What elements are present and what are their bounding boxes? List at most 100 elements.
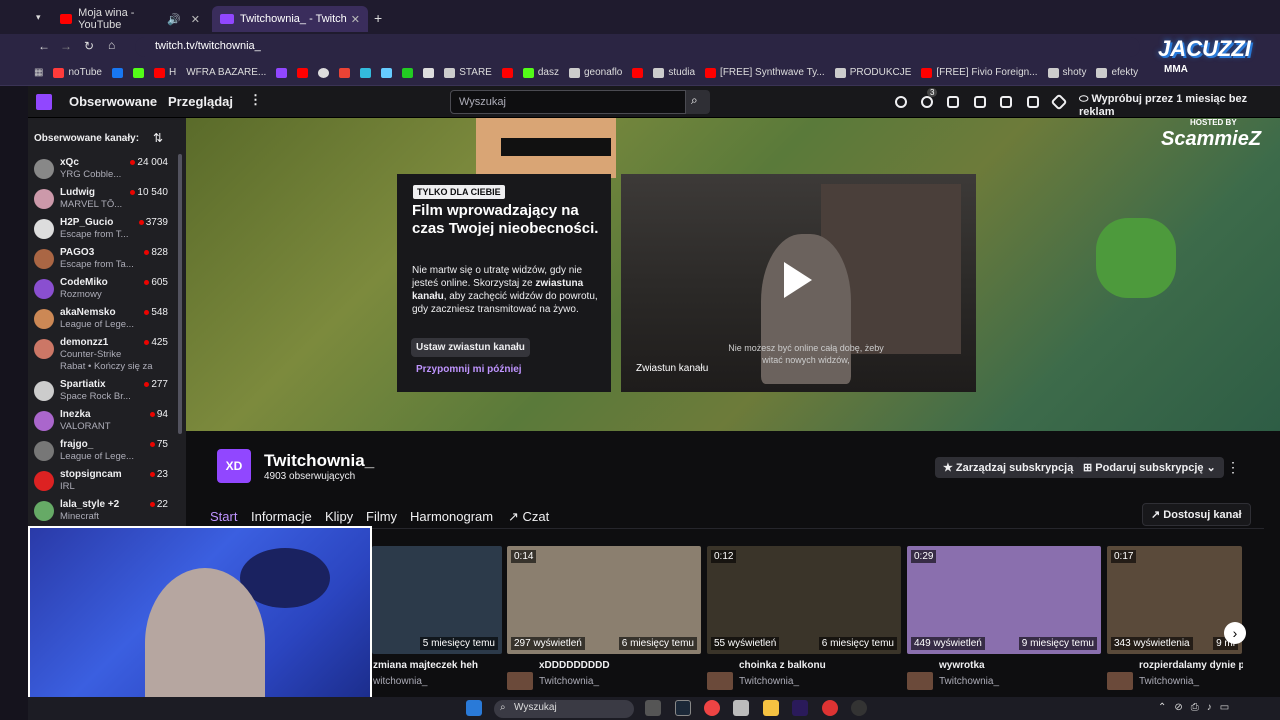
tab-about[interactable]: Informacje — [251, 509, 312, 524]
sidebar-channel[interactable]: PAGO3 Escape from Ta... 828 — [28, 244, 186, 274]
back-icon[interactable]: ← — [38, 39, 50, 53]
sidebar-channel[interactable]: Inezka VALORANT 94 — [28, 406, 186, 436]
bookmark-item[interactable]: PRODUKCJE — [834, 67, 911, 78]
taskbar-search[interactable]: ⌕ Wyszukaj — [494, 700, 634, 718]
tab-videos[interactable]: Filmy — [366, 509, 397, 524]
clip-thumbnail[interactable] — [707, 672, 733, 690]
manage-subscription-button[interactable]: ★ Zarządzaj subskrypcją — [935, 457, 1082, 478]
sidebar-channel[interactable]: demonzz1 Counter-Strike 425 Rabat • Kończy … — [28, 334, 186, 372]
sidebar-channel[interactable]: Ludwig MARVEL TŌ... 10 540 — [28, 184, 186, 214]
bookmark-item[interactable] — [339, 67, 351, 78]
windows-start-icon[interactable] — [466, 700, 482, 716]
premiere-icon[interactable] — [792, 700, 808, 716]
reload-icon[interactable]: ↻ — [84, 39, 94, 53]
clip-title[interactable]: rozpierdalamy dynie pe — [1139, 660, 1243, 671]
bookmark-item[interactable]: [FREE] Fivio Foreign... — [921, 67, 1038, 78]
clip-title[interactable]: xDDDDDDDDD — [539, 660, 689, 671]
sidebar-channel[interactable]: frajgo_ League of Lege... 75 — [28, 436, 186, 466]
prime-loot-icon[interactable] — [921, 96, 933, 108]
app-icon[interactable] — [822, 700, 838, 716]
task-view-icon[interactable] — [645, 700, 661, 716]
clip-author[interactable]: Twitchownia_ — [539, 676, 599, 687]
bookmark-item[interactable]: STARE — [444, 67, 492, 78]
home-icon[interactable]: ⌂ — [108, 38, 115, 52]
bookmark-item[interactable]: H — [154, 67, 176, 78]
bookmark-item[interactable]: studia — [653, 67, 695, 78]
clip-title[interactable]: choinka z balkonu — [739, 660, 889, 671]
clip-card[interactable]: 0:12 55 wyświetleń 6 miesięcy temu — [707, 546, 901, 654]
bookmark-item[interactable] — [318, 67, 330, 78]
set-trailer-button[interactable]: Ustaw zwiastun kanału — [411, 338, 530, 357]
search-input[interactable]: Wyszukaj — [450, 90, 686, 114]
clip-thumbnail[interactable] — [1107, 672, 1133, 690]
clip-author[interactable]: Twitchownia_ — [739, 676, 799, 687]
bookmark-item[interactable] — [360, 67, 372, 78]
bookmark-item[interactable] — [381, 67, 393, 78]
twitch-logo-icon[interactable] — [36, 94, 52, 110]
browser-tab-youtube[interactable]: Moja wina - YouTube 🔊 ✕ — [52, 6, 208, 32]
system-tray[interactable]: ⌃⊘⎙♪▭ — [1158, 702, 1237, 713]
bookmark-item[interactable] — [402, 67, 414, 78]
steam-icon[interactable] — [675, 700, 691, 716]
clip-author[interactable]: Twitchownia_ — [1139, 676, 1199, 687]
nav-following[interactable]: Obserwowane — [69, 94, 157, 109]
bookmark-item[interactable] — [423, 67, 435, 78]
app-icon[interactable] — [733, 700, 749, 716]
bookmark-item[interactable]: efekty — [1096, 67, 1138, 78]
bookmark-item[interactable] — [501, 67, 513, 78]
mail-icon[interactable] — [1000, 96, 1012, 108]
bookmark-item[interactable] — [276, 67, 288, 78]
sidebar-channel[interactable]: H2P_Gucio Escape from T... 3739 — [28, 214, 186, 244]
tab-schedule[interactable]: Harmonogram — [410, 509, 493, 524]
sidebar-channel[interactable]: lala_style +2 Minecraft 22 — [28, 496, 186, 526]
bookmark-item[interactable]: dasz — [522, 67, 559, 78]
sidebar-channel[interactable]: xQc YRG Cobble... 24 004 — [28, 154, 186, 184]
nav-browse[interactable]: Przeglądaj — [168, 94, 233, 109]
whisper-icon[interactable] — [1027, 96, 1039, 108]
tab-start[interactable]: Start — [210, 509, 237, 524]
new-tab-button[interactable]: + — [374, 10, 382, 26]
channel-more-icon[interactable]: ⋮ — [1226, 459, 1240, 476]
clip-title[interactable]: zmiana majteczek heh — [373, 660, 498, 671]
clip-author[interactable]: witchownia_ — [373, 676, 427, 687]
apps-icon[interactable]: ▦ — [34, 67, 43, 78]
bookmark-item[interactable]: [FREE] Synthwave Ty... — [705, 67, 825, 78]
bookmark-item[interactable]: WFRA BAZARE... — [186, 67, 266, 78]
clip-card[interactable]: 0:29 449 wyświetleń 9 miesięcy temu — [907, 546, 1101, 654]
bookmark-item[interactable] — [133, 67, 144, 78]
remind-later-link[interactable]: Przypomnij mi później — [416, 364, 522, 375]
sidebar-channel[interactable]: Spartiatix Space Rock Br... 277 — [28, 376, 186, 406]
bookmark-item[interactable]: shoty — [1047, 67, 1086, 78]
clip-author[interactable]: Twitchownia_ — [939, 676, 999, 687]
tab-chat[interactable]: ↗ Czat — [508, 509, 549, 525]
play-icon[interactable] — [784, 262, 812, 298]
gift-subscription-button[interactable]: ⊞ Podaruj subskrypcję ⌄ — [1075, 457, 1224, 478]
obs-icon[interactable] — [851, 700, 867, 716]
sidebar-channel[interactable]: CodeMiko Rozmowy 605 — [28, 274, 186, 304]
file-explorer-icon[interactable] — [763, 700, 779, 716]
search-button[interactable]: ⌕ — [686, 90, 710, 114]
close-icon[interactable]: ✕ — [351, 13, 360, 26]
clip-thumbnail[interactable] — [907, 672, 933, 690]
more-menu-icon[interactable]: ⋮ — [249, 92, 262, 108]
ad-free-button[interactable]: ⬭ Wypróbuj przez 1 miesiąc bez reklam — [1079, 93, 1280, 118]
collapse-sidebar-icon[interactable]: ⇅ — [153, 131, 163, 145]
forward-icon[interactable]: → — [60, 39, 72, 53]
bookmark-item[interactable] — [632, 67, 644, 78]
bookmark-item[interactable] — [112, 67, 123, 78]
speaker-icon[interactable]: 🔊 — [167, 13, 181, 26]
activity-icon[interactable] — [895, 96, 907, 108]
clip-thumbnail[interactable] — [507, 672, 533, 690]
drops-icon[interactable] — [947, 96, 959, 108]
sidebar-channel[interactable]: stopsigncam IRL 23 — [28, 466, 186, 496]
tab-clips[interactable]: Klipy — [325, 509, 353, 524]
clip-card[interactable]: 0:14 297 wyświetleń 6 miesięcy temu — [507, 546, 701, 654]
next-arrow-icon[interactable]: › — [1224, 622, 1246, 644]
bookmark-item[interactable]: geonaflo — [568, 67, 622, 78]
bookmark-item[interactable]: noTube — [53, 67, 102, 78]
customize-channel-button[interactable]: ↗ Dostosuj kanał — [1142, 503, 1251, 526]
close-icon[interactable]: ✕ — [191, 13, 200, 26]
trailer-video[interactable]: Nie możesz być online całą dobę, żeby wi… — [621, 174, 976, 392]
clip-card[interactable]: 0:17 343 wyświetlenia 9 mi — [1107, 546, 1242, 654]
clip-card[interactable]: 5 miesięcy temu — [372, 546, 502, 654]
